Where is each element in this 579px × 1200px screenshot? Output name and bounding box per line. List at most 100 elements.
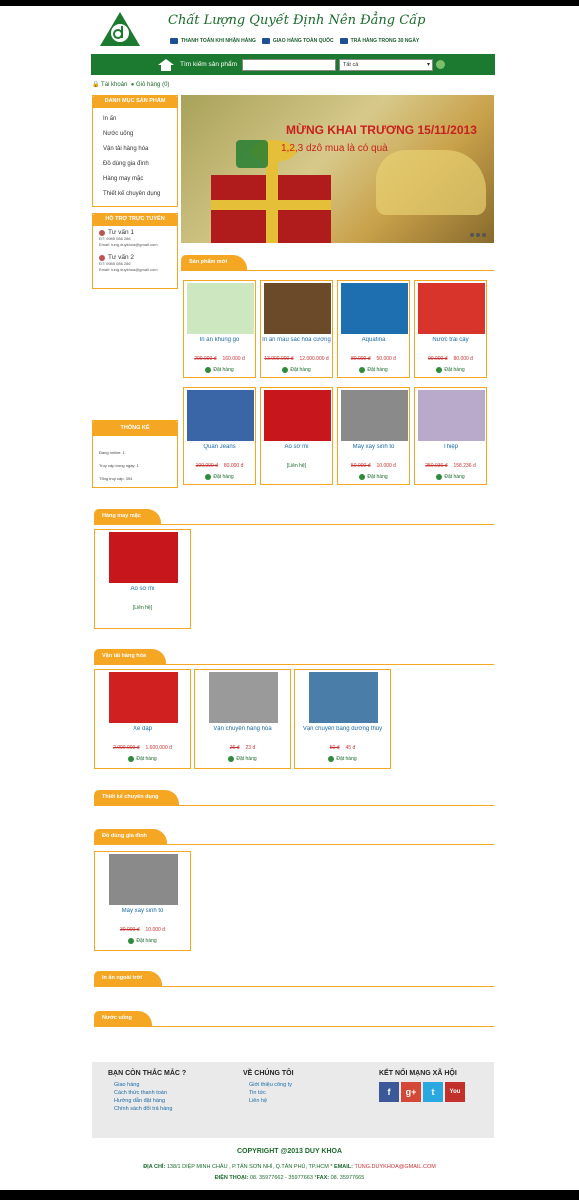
product-card[interactable]: Vận chuyển bằng đường thủy 50 đ 45 đ Đặt hà…: [294, 669, 391, 769]
product-card[interactable]: In ấn khung gỗ 200.000 đ 160.000 đ Đặt hàng: [183, 280, 256, 378]
product-card[interactable]: Máy xay sinh tố 50.000 đ 10.000 đ Đặt hàng: [337, 387, 410, 485]
twitter-icon[interactable]: t: [423, 1082, 443, 1102]
search-input[interactable]: [242, 58, 336, 71]
product-image[interactable]: [341, 283, 408, 334]
product-name[interactable]: Vận chuyển bằng đường thủy: [295, 726, 390, 732]
order-button[interactable]: Đặt hàng: [415, 367, 486, 373]
product-name[interactable]: Aquafina: [338, 337, 409, 343]
pager-dot[interactable]: [476, 233, 480, 237]
product-card[interactable]: Quần Jeans 100.000 đ 80.000 đ Đặt hàng: [183, 387, 256, 485]
product-card[interactable]: Aquafina 80.000 đ 50.000 đ Đặt hàng: [337, 280, 410, 378]
youtube-icon[interactable]: You: [445, 1082, 465, 1102]
category-item[interactable]: Thiết kế chuyên dụng: [93, 187, 177, 202]
section-title[interactable]: In ấn ngoài trời: [94, 971, 162, 986]
cart-icon: [436, 474, 443, 480]
section-title[interactable]: Thiết kế chuyên dụng: [94, 790, 179, 805]
product-name[interactable]: Máy xay sinh tố: [95, 908, 190, 914]
email-link[interactable]: TUNG.DUYKHOA@GMAIL.COM: [354, 1164, 435, 1170]
product-name[interactable]: In ấn mẫu sắc hoa cương: [261, 337, 332, 343]
category-item[interactable]: Đồ dùng gia đình: [93, 157, 177, 172]
old-price: 200.000 đ: [194, 356, 217, 362]
product-card[interactable]: Nước trái cây 90.000 đ 80.000 đ Đặt hàng: [414, 280, 487, 378]
address-line: ĐỊA CHỈ: 138/1 DIỆP MINH CHÂU , P.TÂN SƠ…: [143, 1164, 436, 1170]
product-card[interactable]: Máy xay sinh tố 30.000 đ 10.000 đ Đặt hàng: [94, 851, 191, 951]
order-button[interactable]: Đặt hàng: [95, 756, 190, 762]
order-button[interactable]: Đặt hàng: [95, 938, 190, 944]
order-button[interactable]: Đặt hàng: [295, 756, 390, 762]
product-name[interactable]: Thiệp: [415, 444, 486, 450]
footer-link[interactable]: Chính sách đổi trả hàng: [114, 1105, 186, 1113]
sale-price: 80.000 đ: [223, 463, 244, 469]
section-title[interactable]: Đồ dùng gia đình: [94, 829, 167, 844]
product-image[interactable]: [187, 283, 254, 334]
product-name[interactable]: Quần Jeans: [184, 444, 255, 450]
footer-link[interactable]: Cách thức thanh toán: [114, 1089, 186, 1097]
product-card[interactable]: Áo sơ mi [Liên hệ]: [94, 529, 191, 629]
order-button[interactable]: Đặt hàng: [184, 474, 255, 480]
product-name[interactable]: In ấn khung gỗ: [184, 337, 255, 343]
product-price: 90.000 đ 80.000 đ: [415, 356, 486, 362]
footer-col-about: VỀ CHÚNG TÔI Giới thiệu công ty Tin tức …: [243, 1070, 294, 1105]
section-title[interactable]: Sản phẩm mới: [181, 255, 248, 270]
product-image[interactable]: [418, 283, 485, 334]
product-image[interactable]: [309, 672, 378, 723]
order-button[interactable]: Đặt hàng: [261, 367, 332, 373]
product-image[interactable]: [341, 390, 408, 441]
fax-text: 08. 35977665: [330, 1175, 365, 1181]
product-image[interactable]: [418, 390, 485, 441]
product-image[interactable]: [109, 532, 178, 583]
category-select[interactable]: Tất cả: [339, 58, 433, 71]
product-name[interactable]: Vận chuyển hàng hóa: [195, 726, 290, 732]
promo-strip: THANH TOÁN KHI NHẬN HÀNG GIAO HÀNG TOÀN …: [170, 38, 419, 44]
product-image[interactable]: [264, 283, 331, 334]
product-card[interactable]: Xe đạp 2.000.000 đ 1.600.000 đ Đặt hàng: [94, 669, 191, 769]
category-item[interactable]: Hàng may mặc: [93, 172, 177, 187]
footer-link[interactable]: Liên hệ: [249, 1097, 294, 1105]
product-image[interactable]: [209, 672, 278, 723]
product-name[interactable]: Áo sơ mi: [95, 586, 190, 592]
product-card[interactable]: In ấn mẫu sắc hoa cương 13.000.000 đ 12.00…: [260, 280, 333, 378]
footer-link[interactable]: Tin tức: [249, 1089, 294, 1097]
product-name[interactable]: Xe đạp: [95, 726, 190, 732]
section-outdoor: In ấn ngoài trời: [94, 971, 494, 987]
order-button[interactable]: Đặt hàng: [195, 756, 290, 762]
section-title[interactable]: Hàng may mặc: [94, 509, 161, 524]
footer-link[interactable]: Giao hàng: [114, 1081, 186, 1089]
pager-dot[interactable]: [482, 233, 486, 237]
product-card[interactable]: Vận chuyển hàng hóa 26 đ 23 đ Đặt hàng: [194, 669, 291, 769]
product-image[interactable]: [187, 390, 254, 441]
lock-icon: 🔒: [92, 82, 100, 88]
support-name[interactable]: Tư vấn 1: [108, 229, 134, 236]
order-button[interactable]: Đặt hàng: [338, 474, 409, 480]
category-item[interactable]: In ấn: [93, 112, 177, 127]
search-button[interactable]: [436, 60, 445, 69]
product-name[interactable]: Máy xay sinh tố: [338, 444, 409, 450]
order-button[interactable]: Đặt hàng: [184, 367, 255, 373]
support-name[interactable]: Tư vấn 2: [108, 254, 134, 261]
product-image[interactable]: [264, 390, 331, 441]
facebook-icon[interactable]: f: [379, 1082, 399, 1102]
product-card[interactable]: Thiệp 250.036 đ 158.236 đ Đặt hàng: [414, 387, 487, 485]
product-image[interactable]: [109, 854, 178, 905]
account-link[interactable]: Tài khoản: [101, 82, 127, 88]
category-item[interactable]: Vận tải hàng hóa: [93, 142, 177, 157]
promo-banner[interactable]: MỪNG KHAI TRƯƠNG 15/11/2013 1,2,3 dzô mu…: [181, 95, 494, 243]
home-icon[interactable]: [158, 58, 174, 71]
search-bar: Tìm kiếm sản phẩm Tất cả: [91, 54, 495, 75]
order-button[interactable]: Đặt hàng: [338, 367, 409, 373]
sale-price: 10.000 đ: [376, 463, 396, 469]
order-button[interactable]: Đặt hàng: [415, 474, 486, 480]
pager-dot[interactable]: [470, 233, 474, 237]
category-item[interactable]: Nước uống: [93, 127, 177, 142]
footer-link[interactable]: Hướng dẫn đặt hàng: [114, 1097, 186, 1105]
product-name[interactable]: Áo sơ mi: [261, 444, 332, 450]
product-name[interactable]: Nước trái cây: [415, 337, 486, 343]
section-title[interactable]: Nước uống: [94, 1011, 152, 1026]
cart-link[interactable]: Giỏ hàng (0): [136, 82, 169, 88]
section-title[interactable]: Vận tải hàng hóa: [94, 649, 167, 664]
footer-link[interactable]: Giới thiệu công ty: [249, 1081, 294, 1089]
logo[interactable]: [100, 12, 140, 46]
google-plus-icon[interactable]: g+: [401, 1082, 421, 1102]
product-card[interactable]: Áo sơ mi [Liên hệ]: [260, 387, 333, 485]
product-image[interactable]: [109, 672, 178, 723]
